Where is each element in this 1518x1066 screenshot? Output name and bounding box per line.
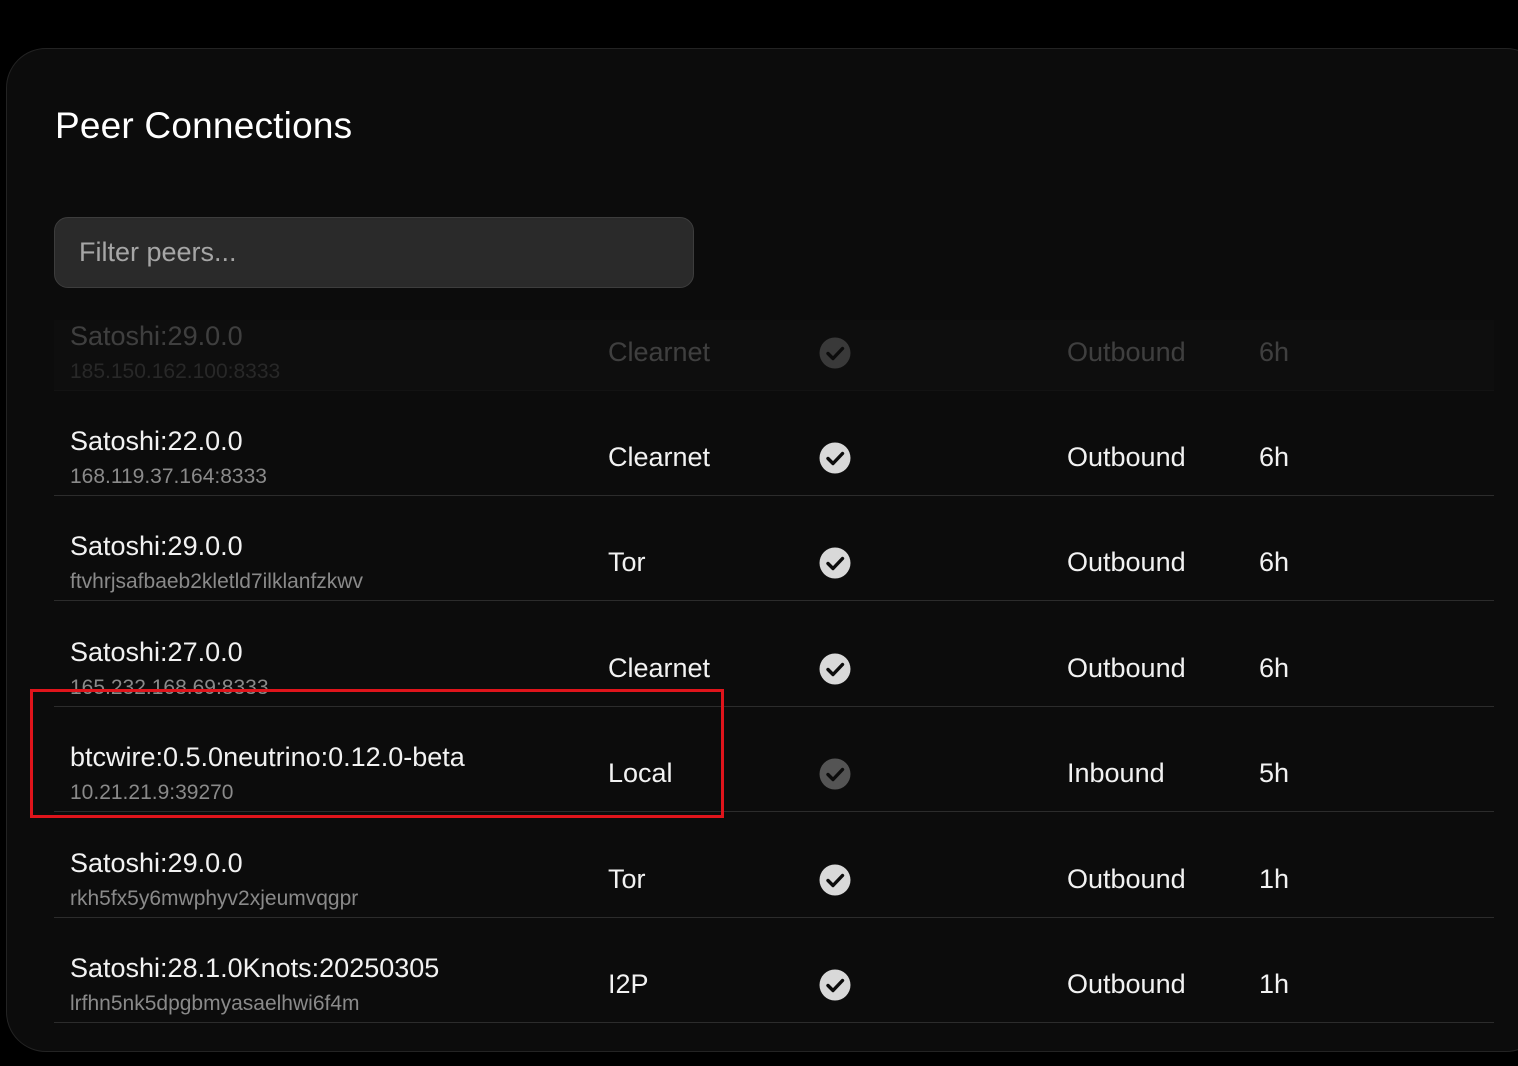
peer-network: Tor (608, 547, 646, 577)
peer-duration: 5h (1259, 758, 1290, 788)
peer-direction: Outbound (1067, 653, 1186, 683)
peer-direction: Outbound (1067, 547, 1186, 577)
peer-direction: Outbound (1067, 864, 1186, 894)
peer-row[interactable]: Satoshi:29.0.0 185.150.162.100:8333 Clea… (54, 320, 1494, 391)
peer-row[interactable]: Satoshi:29.0.0 ftvhrjsafbaeb2kletld7ilkl… (54, 496, 1494, 601)
peer-row[interactable]: Satoshi:29.0.0 rkh5fx5y6mwphyv2xjeumvqgp… (54, 813, 1494, 918)
peer-name: Satoshi:29.0.0 (70, 321, 243, 351)
peer-duration: 6h (1259, 547, 1290, 577)
peer-duration: 6h (1259, 653, 1290, 683)
check-circle-icon (819, 864, 851, 896)
peer-network: Clearnet (608, 337, 711, 367)
peer-network: Clearnet (608, 442, 711, 472)
peer-connections-panel: Peer Connections Satoshi:29.0.0 185.150.… (6, 48, 1518, 1052)
check-circle-icon (819, 337, 851, 369)
peer-name: Satoshi:27.0.0 (70, 637, 243, 667)
peer-name: Satoshi:22.0.0 (70, 426, 243, 456)
peer-address: lrfhn5nk5dpgbmyasaelhwi6f4m (70, 992, 360, 1015)
check-circle-icon (819, 442, 851, 474)
check-circle-icon (819, 969, 851, 1001)
peer-address: ftvhrjsafbaeb2kletld7ilklanfzkwv (70, 570, 363, 593)
filter-peers-input[interactable] (54, 217, 694, 288)
check-circle-icon (819, 547, 851, 579)
peer-address: 185.150.162.100:8333 (70, 360, 281, 383)
peer-row[interactable]: Satoshi:28.1.0Knots:20250305 lrfhn5nk5dp… (54, 918, 1494, 1023)
peer-direction: Outbound (1067, 337, 1186, 367)
peer-name: Satoshi:29.0.0 (70, 531, 243, 561)
peer-address: 10.21.21.9:39270 (70, 781, 234, 804)
peer-direction: Inbound (1067, 758, 1165, 788)
peer-network: Clearnet (608, 653, 711, 683)
check-circle-icon (819, 653, 851, 685)
peer-address: 165.232.168.69:8333 (70, 676, 269, 699)
page-title: Peer Connections (55, 105, 353, 146)
peer-duration: 6h (1259, 337, 1290, 367)
peer-duration: 6h (1259, 442, 1290, 472)
peer-network: I2P (608, 969, 649, 999)
peer-row[interactable]: Satoshi:27.0.0 165.232.168.69:8333 Clear… (54, 602, 1494, 707)
peer-address: rkh5fx5y6mwphyv2xjeumvqgpr (70, 887, 359, 910)
peer-network: Local (608, 758, 673, 788)
peer-row[interactable]: Satoshi:22.0.0 168.119.37.164:8333 Clear… (54, 391, 1494, 496)
peer-name: Satoshi:29.0.0 (70, 848, 243, 878)
peer-list[interactable]: Satoshi:29.0.0 185.150.162.100:8333 Clea… (54, 320, 1494, 1051)
peer-direction: Outbound (1067, 442, 1186, 472)
peer-address: 168.119.37.164:8333 (70, 465, 267, 488)
peer-row[interactable]: btcwire:0.5.0neutrino:0.12.0-beta 10.21.… (54, 707, 1494, 812)
peer-direction: Outbound (1067, 969, 1186, 999)
peer-name: btcwire:0.5.0neutrino:0.12.0-beta (70, 742, 465, 772)
peer-network: Tor (608, 864, 646, 894)
peer-name: Satoshi:28.1.0Knots:20250305 (70, 953, 440, 983)
check-circle-icon (819, 758, 851, 790)
peer-duration: 1h (1259, 969, 1290, 999)
peer-duration: 1h (1259, 864, 1290, 894)
